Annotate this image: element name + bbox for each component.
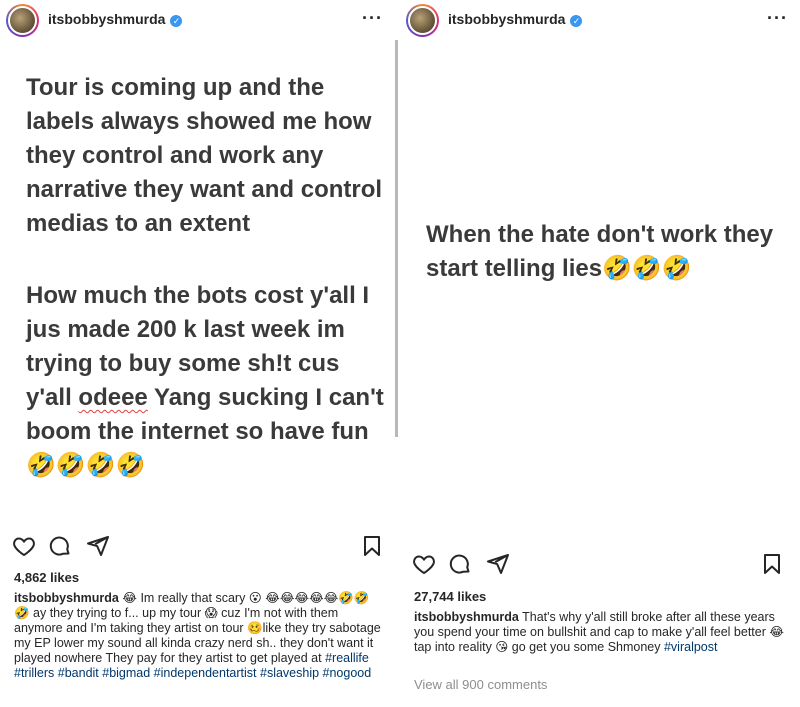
post-image[interactable]: When the hate don't work they start tell… (400, 44, 800, 549)
caption-username[interactable]: itsbobbyshmurda (14, 591, 119, 605)
post-header: itsbobbyshmurda ✓ ··· (400, 0, 800, 44)
post-header: itsbobbyshmurda ✓ ··· (0, 0, 395, 44)
likes-count[interactable]: 4,862 likes (14, 570, 79, 585)
share-icon[interactable] (486, 552, 510, 576)
view-all-comments-link[interactable]: View all 900 comments (414, 677, 547, 692)
bookmark-icon[interactable] (360, 534, 384, 558)
bookmark-icon[interactable] (760, 552, 784, 576)
post-left: itsbobbyshmurda ✓ ··· Tour is coming up a… (0, 0, 395, 707)
username[interactable]: itsbobbyshmurda (448, 11, 565, 27)
avatar[interactable] (6, 4, 39, 37)
heart-icon[interactable] (12, 534, 36, 558)
more-options-icon[interactable]: ··· (362, 8, 383, 29)
verified-badge-icon: ✓ (570, 15, 583, 27)
image-text-paragraph-1: Tour is coming up and the labels always … (26, 74, 383, 237)
heart-icon[interactable] (412, 552, 436, 576)
image-text-paragraph-2: How much the bots cost y'all I jus made … (26, 279, 386, 483)
image-text-paragraph-1: When the hate don't work they start tell… (426, 221, 774, 282)
hashtags[interactable]: #viralpost (664, 640, 718, 654)
comment-icon[interactable] (48, 534, 72, 558)
caption: itsbobbyshmurda 😂 Im really that scary 😮… (14, 591, 381, 681)
caption-username[interactable]: itsbobbyshmurda (414, 610, 519, 624)
post-image[interactable]: Tour is coming up and the labels always … (0, 44, 395, 529)
username-row[interactable]: itsbobbyshmurda ✓ (48, 11, 183, 27)
spellcheck-word: odeee (78, 384, 148, 411)
verified-badge-icon: ✓ (170, 15, 183, 27)
username-row[interactable]: itsbobbyshmurda ✓ (448, 11, 583, 27)
action-bar (400, 552, 800, 582)
username[interactable]: itsbobbyshmurda (48, 11, 165, 27)
action-bar (0, 534, 395, 564)
likes-count[interactable]: 27,744 likes (414, 589, 486, 604)
post-right: itsbobbyshmurda ✓ ··· When the hate don't… (400, 0, 800, 707)
comment-icon[interactable] (448, 552, 472, 576)
more-options-icon[interactable]: ··· (767, 8, 788, 29)
avatar[interactable] (406, 4, 439, 37)
share-icon[interactable] (86, 534, 110, 558)
caption: itsbobbyshmurda That's why y'all still b… (414, 610, 786, 655)
scrollbar[interactable] (395, 40, 398, 437)
